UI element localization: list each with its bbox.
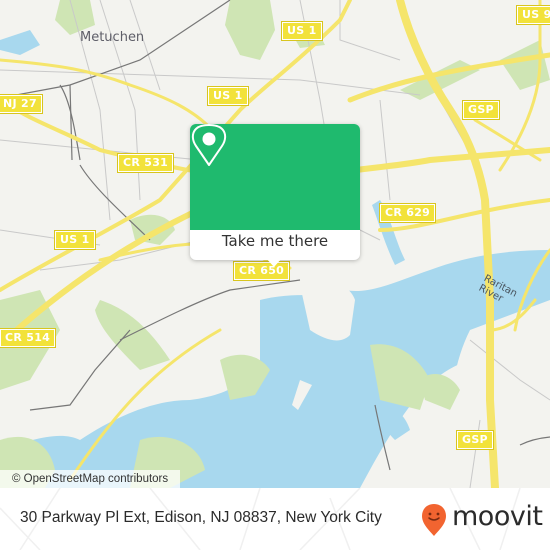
map-pin-icon [191, 124, 227, 166]
road-shield-cr514: CR 514 [0, 328, 57, 348]
map-attribution[interactable]: © OpenStreetMap contributors [0, 470, 181, 488]
map-view[interactable]: Metuchen Raritan River US 1 US 9 US 1 NJ… [0, 0, 550, 488]
road-shield-nj27: NJ 27 [0, 94, 43, 114]
popup-header[interactable] [190, 124, 360, 230]
road-shield-us1: US 1 [281, 21, 323, 41]
moovit-smiley-pin-icon [422, 504, 446, 536]
road-shield-gsp: GSP [456, 430, 494, 450]
road-shield-gsp: GSP [462, 100, 500, 120]
road-shield-us9: US 9 [516, 5, 550, 25]
road-shield-us1: US 1 [207, 86, 249, 106]
road-shield-cr629: CR 629 [378, 203, 437, 223]
take-me-there-button[interactable]: Take me there [190, 232, 360, 250]
location-popup[interactable]: Take me there [190, 124, 360, 267]
popup-pointer [266, 258, 282, 267]
moovit-logo[interactable]: moovit [420, 501, 543, 537]
address-text: 30 Parkway Pl Ext, Edison, NJ 08837, New… [20, 509, 382, 526]
road-shield-cr531: CR 531 [116, 153, 175, 173]
moovit-wordmark: moovit [452, 501, 543, 532]
place-label-metuchen: Metuchen [80, 30, 145, 45]
road-shield-us1: US 1 [54, 230, 96, 250]
